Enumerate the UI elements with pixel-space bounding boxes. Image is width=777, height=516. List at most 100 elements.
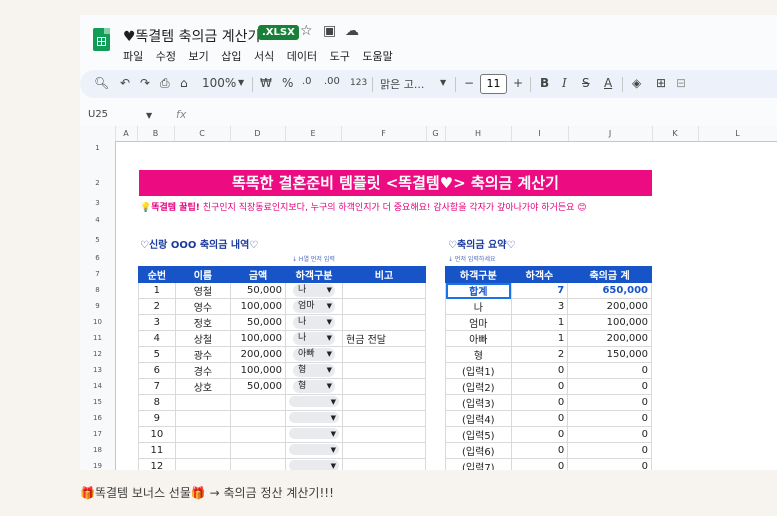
row-header[interactable]: 8 xyxy=(80,286,115,294)
no-cell[interactable]: 1 xyxy=(138,282,176,299)
row-header[interactable]: 5 xyxy=(80,236,115,244)
guest-count-cell[interactable]: 0 xyxy=(510,458,569,470)
guest-type-dropdown[interactable]: 나 ▼ xyxy=(293,284,336,297)
guest-type-cell[interactable]: (입력6) xyxy=(445,442,512,459)
note-cell[interactable] xyxy=(342,442,426,459)
menu-edit[interactable]: 수정 xyxy=(156,50,176,63)
column-header[interactable]: B xyxy=(137,126,175,141)
note-cell[interactable] xyxy=(342,410,426,427)
gift-total-cell[interactable]: 0 xyxy=(567,442,652,459)
increase-decimal-button[interactable]: .00 xyxy=(324,76,340,87)
amount-cell[interactable] xyxy=(230,410,287,427)
column-header[interactable]: E xyxy=(285,126,342,141)
font-size-input[interactable]: 11 xyxy=(480,74,507,94)
strikethrough-button[interactable]: S xyxy=(582,76,590,90)
row-header[interactable]: 7 xyxy=(80,270,115,278)
percent-format-button[interactable]: % xyxy=(282,76,293,90)
redo-icon[interactable]: ↷ xyxy=(140,76,150,90)
guest-type-dropdown[interactable]: ▼ xyxy=(289,427,340,439)
name-cell[interactable]: 영수 xyxy=(174,298,232,315)
column-header-name[interactable]: 이름 xyxy=(174,266,232,283)
no-cell[interactable]: 12 xyxy=(138,458,176,470)
menu-data[interactable]: 데이터 xyxy=(287,50,317,63)
no-cell[interactable]: 6 xyxy=(138,362,176,379)
no-cell[interactable]: 9 xyxy=(138,410,176,427)
total-amount-cell[interactable]: 650,000 xyxy=(567,282,652,299)
fill-color-icon[interactable]: ◈ xyxy=(632,76,641,90)
gift-total-cell[interactable]: 0 xyxy=(567,426,652,443)
name-cell[interactable]: 정호 xyxy=(174,314,232,331)
note-cell[interactable] xyxy=(342,362,426,379)
guest-type-cell[interactable]: 형 xyxy=(445,346,512,363)
guest-type-cell[interactable]: (입력3) xyxy=(445,394,512,411)
row-header[interactable]: 9 xyxy=(80,302,115,310)
amount-cell[interactable]: 100,000 xyxy=(230,362,287,379)
name-cell[interactable]: 광수 xyxy=(174,346,232,363)
paint-format-icon[interactable]: ⌂ xyxy=(180,76,188,90)
guest-type-cell[interactable]: 형 ▼ xyxy=(285,378,344,395)
bold-button[interactable]: B xyxy=(540,76,549,90)
borders-icon[interactable]: ⊞ xyxy=(656,76,666,90)
bonus-gift-link[interactable]: 🎁똑결템 보너스 선물🎁 → 축의금 정산 계산기!!! xyxy=(80,484,334,501)
note-cell[interactable] xyxy=(342,394,426,411)
name-cell[interactable] xyxy=(174,394,232,411)
amount-cell[interactable] xyxy=(230,394,287,411)
sheets-logo-icon[interactable] xyxy=(93,28,110,51)
guest-type-dropdown[interactable]: 엄마 ▼ xyxy=(293,300,336,313)
guest-type-cell[interactable]: 엄마 xyxy=(445,314,512,331)
no-cell[interactable]: 11 xyxy=(138,442,176,459)
guest-type-cell[interactable]: ▼ xyxy=(285,442,344,459)
gift-total-cell[interactable]: 0 xyxy=(567,458,652,470)
guest-type-dropdown[interactable]: 나 ▼ xyxy=(293,316,336,329)
name-cell[interactable] xyxy=(174,410,232,427)
guest-type-cell[interactable]: ▼ xyxy=(285,458,344,470)
tip-text[interactable]: 💡똑결템 꿀팁! 친구인지 직장동료인지보다, 누구의 하객인지가 더 중요해요… xyxy=(140,200,587,213)
font-size-increase-button[interactable]: + xyxy=(513,76,523,90)
amount-cell[interactable] xyxy=(230,426,287,443)
row-header[interactable]: 10 xyxy=(80,318,115,326)
column-header[interactable]: J xyxy=(568,126,653,141)
row-header[interactable]: 14 xyxy=(80,382,115,390)
row-header[interactable]: 16 xyxy=(80,414,115,422)
guest-type-dropdown[interactable]: 형 ▼ xyxy=(293,364,336,377)
guest-count-cell[interactable]: 0 xyxy=(510,442,569,459)
guest-type-cell[interactable]: ▼ xyxy=(285,410,344,427)
column-header-note[interactable]: 비고 xyxy=(342,266,426,283)
gift-total-cell[interactable]: 200,000 xyxy=(567,298,652,315)
row-header[interactable]: 17 xyxy=(80,430,115,438)
column-header[interactable]: H xyxy=(445,126,512,141)
guest-type-dropdown[interactable]: 나 ▼ xyxy=(293,332,336,345)
column-header[interactable]: C xyxy=(174,126,231,141)
no-cell[interactable]: 5 xyxy=(138,346,176,363)
amount-cell[interactable] xyxy=(230,442,287,459)
move-folder-icon[interactable]: ▣ xyxy=(323,23,336,39)
column-header[interactable]: G xyxy=(426,126,446,141)
column-header[interactable]: K xyxy=(652,126,699,141)
guest-type-cell[interactable]: ▼ xyxy=(285,394,344,411)
print-icon[interactable]: ⎙ xyxy=(160,76,170,91)
column-header-amount[interactable]: 금액 xyxy=(230,266,287,283)
select-all-corner[interactable] xyxy=(80,126,116,141)
menu-format[interactable]: 서식 xyxy=(254,50,274,63)
column-header[interactable]: F xyxy=(341,126,427,141)
guest-count-cell[interactable]: 3 xyxy=(510,298,569,315)
gift-total-cell[interactable]: 0 xyxy=(567,362,652,379)
row-header[interactable]: 19 xyxy=(80,462,115,470)
column-header[interactable]: L xyxy=(698,126,777,141)
amount-cell[interactable]: 100,000 xyxy=(230,298,287,315)
cloud-status-icon[interactable]: ☁ xyxy=(345,23,359,39)
column-header-gift-total[interactable]: 축의금 계 xyxy=(567,266,652,283)
search-menus-icon[interactable]: 🔍︎ xyxy=(94,76,109,90)
merge-cells-icon[interactable]: ⊟ xyxy=(676,76,686,90)
no-cell[interactable]: 7 xyxy=(138,378,176,395)
guest-type-cell[interactable]: (입력4) xyxy=(445,410,512,427)
no-cell[interactable]: 10 xyxy=(138,426,176,443)
gift-total-cell[interactable]: 100,000 xyxy=(567,314,652,331)
row-header[interactable]: 13 xyxy=(80,366,115,374)
guest-type-cell[interactable]: 아빠 ▼ xyxy=(285,346,344,363)
total-label-cell[interactable]: 합계 xyxy=(445,282,512,299)
amount-cell[interactable]: 50,000 xyxy=(230,314,287,331)
guest-type-cell[interactable]: ▼ xyxy=(285,426,344,443)
groom-section-title[interactable]: ♡신랑 OOO 축의금 내역♡ xyxy=(140,236,258,251)
column-header[interactable]: I xyxy=(511,126,569,141)
